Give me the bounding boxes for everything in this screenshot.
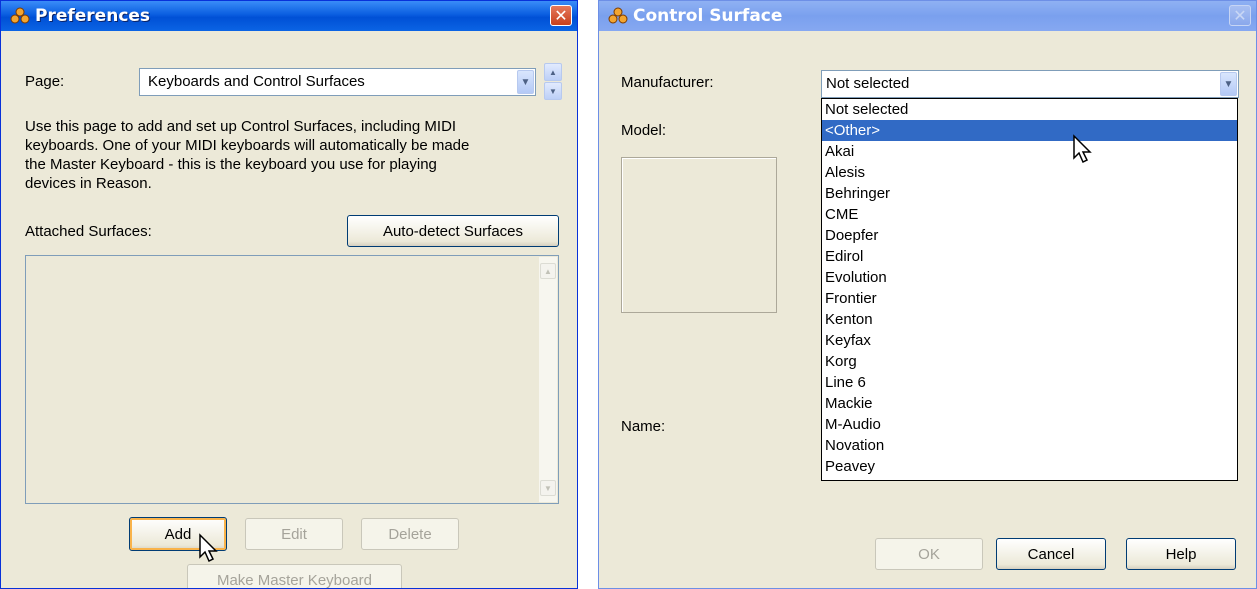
page-label: Page: — [25, 73, 65, 90]
dropdown-option[interactable]: Peavey — [822, 456, 1237, 477]
help-button[interactable]: Help — [1126, 538, 1236, 570]
mouse-pointer-icon — [199, 533, 218, 563]
preferences-title: Preferences — [35, 6, 151, 26]
spin-down-icon[interactable]: ▼ — [544, 82, 562, 100]
spin-up-icon[interactable]: ▲ — [544, 63, 562, 81]
cancel-button[interactable]: Cancel — [996, 538, 1106, 570]
manufacturer-select[interactable]: Not selected ▼ — [821, 70, 1239, 98]
dropdown-option[interactable]: Behringer — [822, 183, 1237, 204]
dropdown-option[interactable]: M-Audio — [822, 414, 1237, 435]
chevron-down-icon[interactable]: ▼ — [517, 70, 534, 94]
description-line: keyboards. One of your MIDI keyboards wi… — [25, 137, 470, 154]
control-surface-titlebar[interactable]: Control Surface ✕ — [599, 1, 1256, 31]
dropdown-option[interactable]: Novation — [822, 435, 1237, 456]
name-label: Name: — [621, 418, 666, 435]
dropdown-option[interactable]: Edirol — [822, 246, 1237, 267]
preferences-titlebar[interactable]: Preferences ✕ — [1, 1, 577, 31]
manufacturer-select-value: Not selected — [826, 75, 910, 92]
description-line: Use this page to add and set up Control … — [25, 118, 457, 135]
dropdown-option[interactable]: Kenton — [822, 309, 1237, 330]
mouse-pointer-icon — [1073, 134, 1092, 164]
attached-surfaces-list[interactable]: ▲ ▼ — [25, 255, 559, 504]
page-spinner[interactable]: ▲ ▼ — [544, 63, 562, 101]
ok-button[interactable]: OK — [875, 538, 983, 570]
dropdown-option-highlighted[interactable]: <Other> — [822, 120, 1237, 141]
edit-button[interactable]: Edit — [245, 518, 343, 550]
preferences-window: Preferences ✕ Page: Keyboards and Contro… — [0, 0, 578, 589]
model-picture-frame — [621, 157, 777, 313]
chevron-down-icon[interactable]: ▼ — [1220, 72, 1237, 96]
dropdown-option[interactable]: Line 6 — [822, 372, 1237, 393]
dropdown-option[interactable]: Akai — [822, 141, 1237, 162]
dropdown-option[interactable]: CME — [822, 204, 1237, 225]
reason-app-icon — [608, 7, 628, 24]
dropdown-option[interactable]: Mackie — [822, 393, 1237, 414]
dropdown-option[interactable]: Korg — [822, 351, 1237, 372]
delete-button[interactable]: Delete — [361, 518, 459, 550]
description-text: Use this page to add and set up Control … — [25, 117, 565, 193]
page-select[interactable]: Keyboards and Control Surfaces ▼ — [139, 68, 536, 96]
manufacturer-dropdown-list[interactable]: Not selected <Other> Akai Alesis Behring… — [821, 98, 1238, 481]
scroll-up-icon[interactable]: ▲ — [540, 263, 556, 279]
make-master-keyboard-button[interactable]: Make Master Keyboard — [187, 564, 402, 588]
manufacturer-label: Manufacturer: — [621, 74, 714, 91]
close-icon[interactable]: ✕ — [550, 5, 572, 26]
description-line: devices in Reason. — [25, 175, 152, 192]
attached-surfaces-label: Attached Surfaces: — [25, 223, 152, 240]
dropdown-option[interactable]: Frontier — [822, 288, 1237, 309]
model-label: Model: — [621, 122, 667, 139]
dropdown-option[interactable]: Doepfer — [822, 225, 1237, 246]
page-select-value: Keyboards and Control Surfaces — [148, 73, 365, 90]
dropdown-option[interactable]: Keyfax — [822, 330, 1237, 351]
description-line: the Master Keyboard - this is the keyboa… — [25, 156, 437, 173]
dropdown-option[interactable]: Evolution — [822, 267, 1237, 288]
list-scrollbar[interactable]: ▲ ▼ — [539, 257, 557, 502]
reason-app-icon — [10, 7, 30, 24]
dropdown-option[interactable]: Alesis — [822, 162, 1237, 183]
auto-detect-surfaces-button[interactable]: Auto-detect Surfaces — [347, 215, 559, 247]
control-surface-title: Control Surface — [633, 6, 783, 26]
close-icon[interactable]: ✕ — [1229, 5, 1251, 26]
scroll-down-icon[interactable]: ▼ — [540, 480, 556, 496]
dropdown-option[interactable]: Not selected — [822, 99, 1237, 120]
